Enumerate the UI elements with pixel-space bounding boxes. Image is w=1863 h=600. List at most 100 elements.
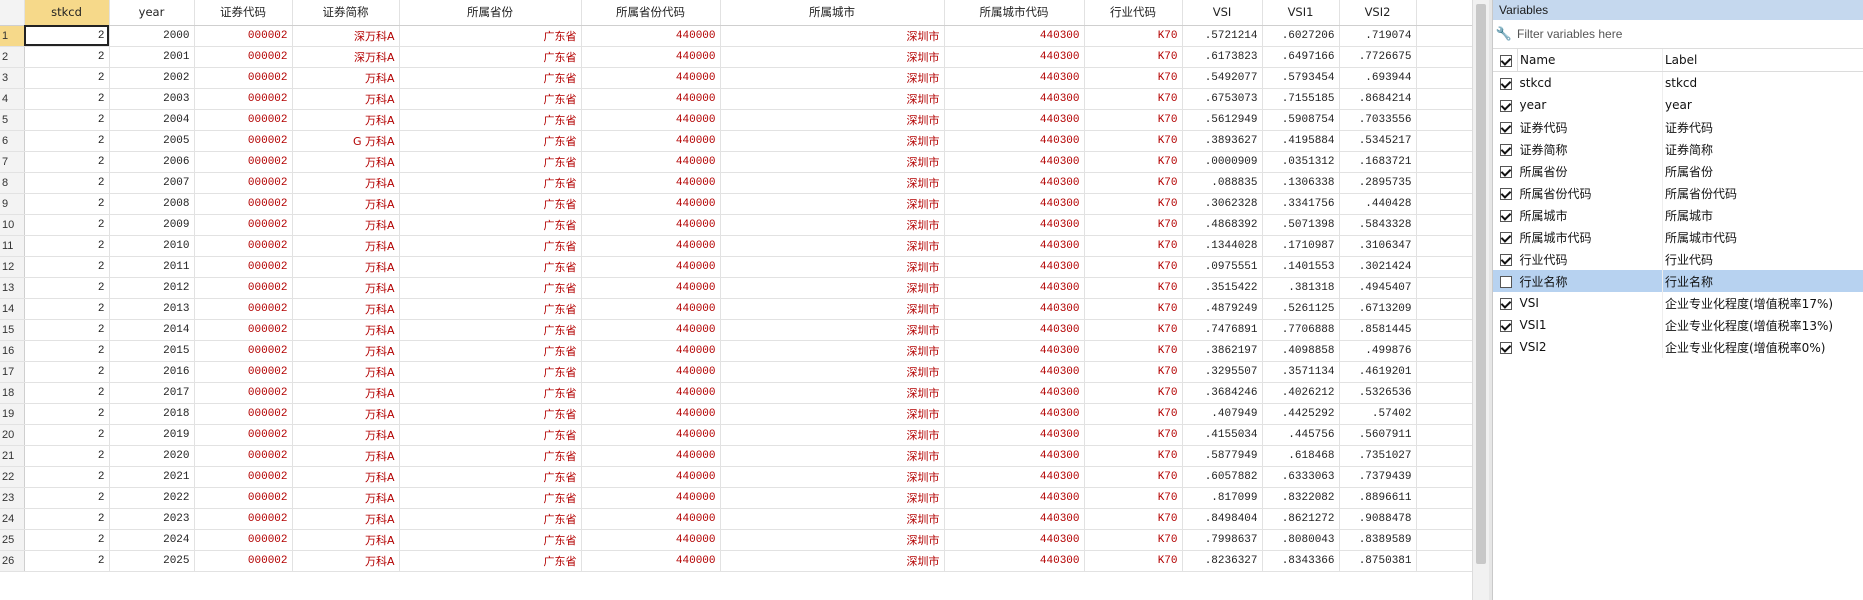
cell-industry-code[interactable]: K70: [1084, 130, 1183, 152]
cell-vsi[interactable]: .8236327: [1182, 550, 1263, 572]
cell-security-code[interactable]: 000002: [194, 445, 293, 467]
variable-row[interactable]: VSI1 企业专业化程度(增值税率13%): [1493, 314, 1863, 336]
cell-security-name[interactable]: 万科A: [292, 172, 400, 194]
variable-checkbox-cell[interactable]: [1493, 314, 1518, 336]
cell-security-code[interactable]: 000002: [194, 25, 293, 47]
cell-stkcd[interactable]: 2: [24, 277, 110, 299]
cell-stkcd[interactable]: 2: [24, 361, 110, 383]
cell-city-code[interactable]: 440300: [944, 340, 1085, 362]
cell-vsi1[interactable]: .1401553: [1262, 256, 1340, 278]
cell-vsi2[interactable]: .7379439: [1339, 466, 1417, 488]
variable-checkbox[interactable]: [1500, 187, 1513, 200]
data-grid-pane[interactable]: stkcd year 证券代码 证券简称 所属省份 所属省份代码 所属城市 所属…: [0, 0, 1472, 600]
cell-industry-code[interactable]: K70: [1084, 172, 1183, 194]
cell-stkcd[interactable]: 2: [24, 445, 110, 467]
variable-row[interactable]: 行业代码 行业代码: [1493, 248, 1863, 270]
cell-vsi[interactable]: .7476891: [1182, 319, 1263, 341]
cell-security-code[interactable]: 000002: [194, 88, 293, 110]
cell-year[interactable]: 2001: [109, 46, 195, 68]
cell-year[interactable]: 2012: [109, 277, 195, 299]
cell-province[interactable]: 广东省: [399, 256, 582, 278]
cell-vsi2[interactable]: .7351027: [1339, 445, 1417, 467]
cell-city[interactable]: 深圳市: [720, 235, 945, 257]
cell-industry-code[interactable]: K70: [1084, 340, 1183, 362]
cell-vsi1[interactable]: .7706888: [1262, 319, 1340, 341]
cell-city-code[interactable]: 440300: [944, 130, 1085, 152]
cell-year[interactable]: 2024: [109, 529, 195, 551]
cell-province[interactable]: 广东省: [399, 298, 582, 320]
cell-province-code[interactable]: 440000: [581, 25, 721, 47]
cell-city[interactable]: 深圳市: [720, 340, 945, 362]
cell-province-code[interactable]: 440000: [581, 361, 721, 383]
variable-checkbox-cell[interactable]: [1493, 226, 1518, 248]
cell-city[interactable]: 深圳市: [720, 172, 945, 194]
cell-city[interactable]: 深圳市: [720, 550, 945, 572]
cell-province-code[interactable]: 440000: [581, 235, 721, 257]
column-header-year[interactable]: year: [109, 0, 195, 26]
cell-vsi[interactable]: .817099: [1182, 487, 1263, 509]
cell-security-name[interactable]: 万科A: [292, 277, 400, 299]
cell-industry-code[interactable]: K70: [1084, 361, 1183, 383]
cell-province-code[interactable]: 440000: [581, 277, 721, 299]
cell-city[interactable]: 深圳市: [720, 130, 945, 152]
cell-city-code[interactable]: 440300: [944, 361, 1085, 383]
cell-industry-code[interactable]: K70: [1084, 319, 1183, 341]
variable-checkbox-cell[interactable]: [1493, 270, 1518, 292]
filter-variables-input[interactable]: [1515, 22, 1839, 46]
cell-city-code[interactable]: 440300: [944, 382, 1085, 404]
cell-security-code[interactable]: 000002: [194, 487, 293, 509]
cell-security-name[interactable]: 万科A: [292, 361, 400, 383]
cell-city-code[interactable]: 440300: [944, 172, 1085, 194]
cell-security-name[interactable]: 万科A: [292, 151, 400, 173]
cell-vsi[interactable]: .0000909: [1182, 151, 1263, 173]
cell-stkcd[interactable]: 2: [24, 382, 110, 404]
cell-vsi2[interactable]: .8750381: [1339, 550, 1417, 572]
cell-vsi1[interactable]: .1710987: [1262, 235, 1340, 257]
cell-security-code[interactable]: 000002: [194, 67, 293, 89]
cell-province-code[interactable]: 440000: [581, 445, 721, 467]
cell-city[interactable]: 深圳市: [720, 214, 945, 236]
row-number[interactable]: 14: [0, 298, 25, 320]
variable-row[interactable]: 所属省份 所属省份: [1493, 160, 1863, 182]
row-number[interactable]: 18: [0, 382, 25, 404]
variable-checkbox[interactable]: [1500, 319, 1513, 332]
cell-vsi1[interactable]: .381318: [1262, 277, 1340, 299]
cell-year[interactable]: 2018: [109, 403, 195, 425]
cell-vsi1[interactable]: .5071398: [1262, 214, 1340, 236]
cell-vsi[interactable]: .6057882: [1182, 466, 1263, 488]
cell-province[interactable]: 广东省: [399, 193, 582, 215]
cell-year[interactable]: 2008: [109, 193, 195, 215]
cell-vsi2[interactable]: .440428: [1339, 193, 1417, 215]
cell-vsi1[interactable]: .5908754: [1262, 109, 1340, 131]
cell-city[interactable]: 深圳市: [720, 403, 945, 425]
cell-province-code[interactable]: 440000: [581, 172, 721, 194]
variable-checkbox-cell[interactable]: [1493, 138, 1518, 160]
variable-row[interactable]: stkcd stkcd: [1493, 71, 1863, 94]
row-number[interactable]: 15: [0, 319, 25, 341]
cell-security-code[interactable]: 000002: [194, 403, 293, 425]
variable-checkbox-cell[interactable]: [1493, 204, 1518, 226]
cell-vsi[interactable]: .6173823: [1182, 46, 1263, 68]
cell-vsi1[interactable]: .5261125: [1262, 298, 1340, 320]
cell-stkcd[interactable]: 2: [24, 298, 110, 320]
cell-industry-code[interactable]: K70: [1084, 424, 1183, 446]
cell-year[interactable]: 2005: [109, 130, 195, 152]
cell-province-code[interactable]: 440000: [581, 256, 721, 278]
cell-city-code[interactable]: 440300: [944, 67, 1085, 89]
cell-vsi1[interactable]: .5793454: [1262, 67, 1340, 89]
row-number[interactable]: 16: [0, 340, 25, 362]
cell-city-code[interactable]: 440300: [944, 445, 1085, 467]
cell-industry-code[interactable]: K70: [1084, 550, 1183, 572]
column-header-province[interactable]: 所属省份: [399, 0, 582, 26]
column-header-city-code[interactable]: 所属城市代码: [944, 0, 1085, 26]
cell-vsi[interactable]: .4879249: [1182, 298, 1263, 320]
row-number[interactable]: 20: [0, 424, 25, 446]
cell-industry-code[interactable]: K70: [1084, 487, 1183, 509]
cell-province-code[interactable]: 440000: [581, 109, 721, 131]
cell-year[interactable]: 2020: [109, 445, 195, 467]
row-number[interactable]: 13: [0, 277, 25, 299]
variable-checkbox-cell[interactable]: [1493, 336, 1518, 358]
select-all-checkbox-cell[interactable]: [1493, 49, 1518, 72]
variable-checkbox[interactable]: [1500, 209, 1513, 222]
cell-vsi1[interactable]: .8343366: [1262, 550, 1340, 572]
